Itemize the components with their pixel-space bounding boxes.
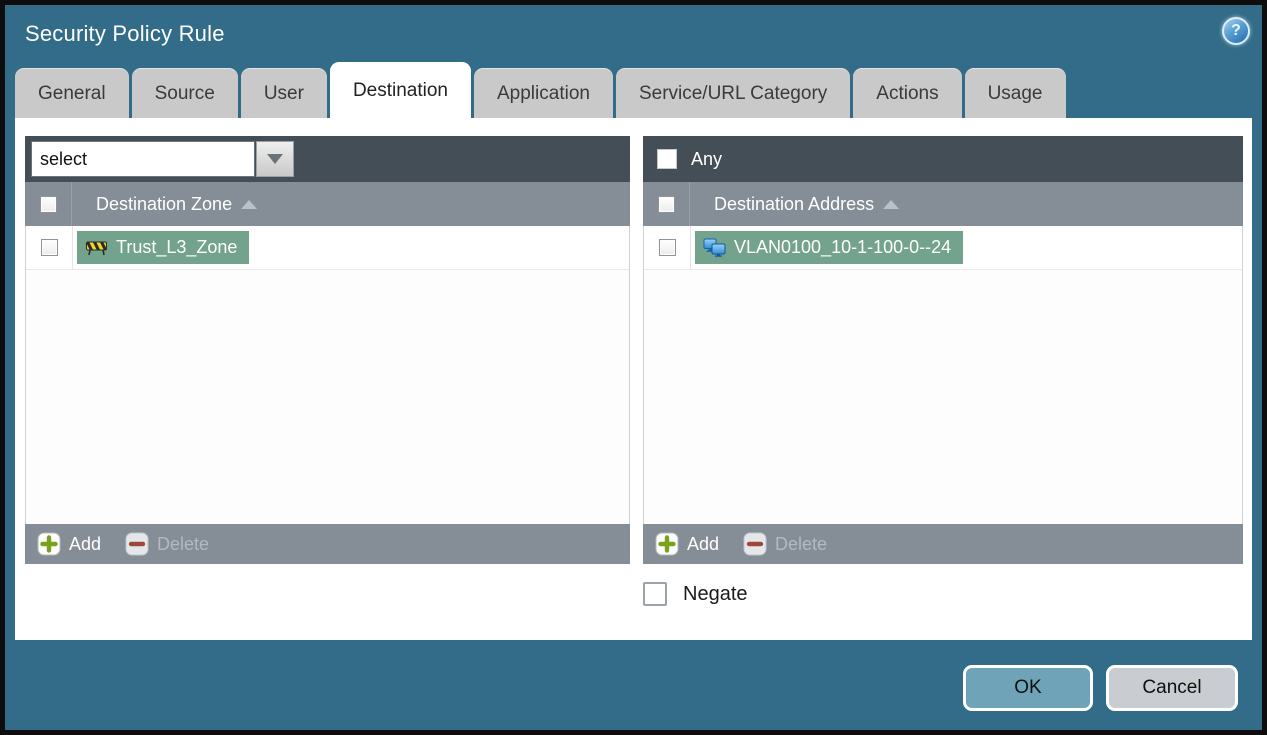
tab-label: Destination: [352, 79, 448, 101]
zone-entry[interactable]: Trust_L3_Zone: [77, 231, 250, 264]
tab-bar: General Source User Destination Applicat…: [5, 62, 1262, 118]
tab-user[interactable]: User: [240, 68, 327, 118]
address-footer-toolbar: Add Delete: [643, 524, 1243, 564]
delete-icon: [743, 532, 767, 556]
address-icon: [703, 238, 726, 257]
tab-label: Usage: [987, 82, 1043, 104]
delete-zone-button[interactable]: Delete: [125, 532, 209, 556]
delete-button-label: Delete: [775, 533, 828, 554]
zone-select-all-checkbox[interactable]: [39, 195, 57, 213]
title-bar: Security Policy Rule ?: [5, 5, 1262, 62]
zone-icon: [86, 241, 107, 255]
address-table-header: Destination Address: [643, 182, 1243, 226]
tab-label: User: [263, 82, 304, 104]
security-policy-rule-dialog: Security Policy Rule ? General Source Us…: [0, 0, 1267, 735]
negate-checkbox[interactable]: [643, 582, 667, 606]
delete-button-label: Delete: [157, 533, 210, 554]
any-label: Any: [691, 148, 723, 169]
zone-table-header: Destination Zone: [25, 182, 630, 226]
tab-destination[interactable]: Destination: [329, 62, 471, 118]
address-row-checkbox[interactable]: [658, 239, 676, 256]
tab-label: General: [38, 82, 106, 104]
address-entry[interactable]: VLAN0100_10-1-100-0--24: [695, 231, 964, 264]
zone-row-checkbox[interactable]: [40, 239, 58, 256]
zone-column-header[interactable]: Destination Zone: [96, 194, 232, 215]
dialog-footer: OK Cancel: [5, 640, 1262, 725]
sort-ascending-icon: [883, 199, 900, 209]
tab-label: Application: [497, 82, 590, 104]
tab-label: Source: [154, 82, 215, 104]
delete-address-button[interactable]: Delete: [743, 532, 827, 556]
zone-footer-toolbar: Add Delete: [25, 524, 630, 564]
tab-label: Service/URL Category: [638, 82, 828, 104]
add-icon: [37, 532, 61, 556]
sort-ascending-icon: [241, 199, 258, 209]
add-icon: [655, 532, 679, 556]
add-button-label: Add: [687, 533, 720, 554]
negate-label: Negate: [683, 582, 748, 605]
table-row[interactable]: VLAN0100_10-1-100-0--24: [644, 226, 1242, 270]
address-column-header[interactable]: Destination Address: [714, 194, 874, 215]
tab-general[interactable]: General: [15, 68, 129, 118]
destination-zone-panel: Destination Zone: [25, 136, 630, 564]
add-zone-button[interactable]: Add: [37, 532, 101, 556]
zone-select-combo: [31, 141, 294, 177]
zone-select-dropdown-button[interactable]: [256, 141, 294, 177]
address-entry-label: VLAN0100_10-1-100-0--24: [734, 237, 952, 257]
ok-button[interactable]: OK: [963, 665, 1093, 711]
zone-toolbar: [25, 136, 630, 182]
tab-service-url-category[interactable]: Service/URL Category: [615, 68, 851, 118]
zone-table-body: Trust_L3_Zone: [25, 226, 630, 524]
tab-source[interactable]: Source: [131, 68, 238, 118]
cancel-button[interactable]: Cancel: [1106, 665, 1238, 711]
any-checkbox[interactable]: [657, 149, 677, 169]
add-address-button[interactable]: Add: [655, 532, 719, 556]
tab-actions[interactable]: Actions: [853, 68, 962, 118]
address-select-all-checkbox[interactable]: [657, 195, 675, 213]
negate-row: Negate: [643, 582, 1252, 606]
delete-icon: [125, 532, 149, 556]
destination-address-panel: Any Destination Address VLAN0100_10-1-10…: [643, 136, 1243, 564]
address-table-body: VLAN0100_10-1-100-0--24: [643, 226, 1243, 524]
address-toolbar: Any: [643, 136, 1243, 182]
tab-application[interactable]: Application: [474, 68, 613, 118]
dialog-title: Security Policy Rule: [25, 21, 225, 46]
help-icon[interactable]: ?: [1222, 17, 1250, 45]
tab-usage[interactable]: Usage: [964, 68, 1066, 118]
tab-label: Actions: [876, 82, 939, 104]
zone-select-input[interactable]: [31, 141, 255, 177]
tab-content-destination: Destination Zone: [15, 118, 1252, 640]
table-row[interactable]: Trust_L3_Zone: [26, 226, 629, 270]
add-button-label: Add: [69, 533, 102, 554]
zone-entry-label: Trust_L3_Zone: [116, 237, 238, 257]
chevron-down-icon: [267, 154, 283, 164]
